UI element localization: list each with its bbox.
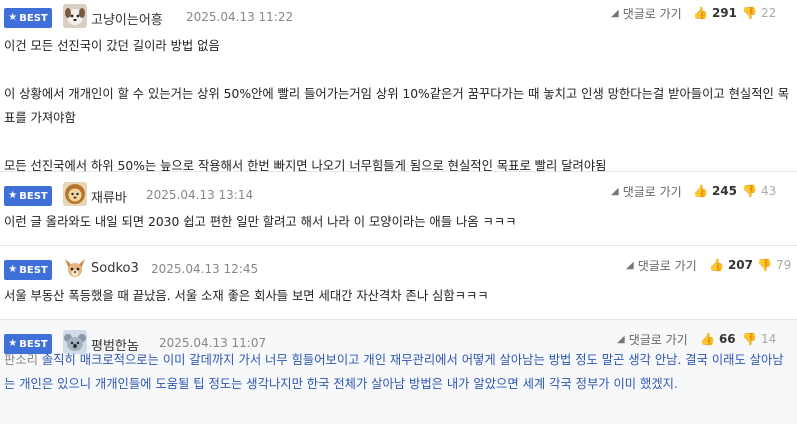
dislike-count: 22 [760,6,777,20]
go-to-reply-link[interactable]: ◢ 댓글로 가기 [617,331,688,348]
comment-body: 이건 모든 선진국이 갔던 길이라 방법 없음 이 상황에서 개개인이 할 수 … [4,34,791,178]
go-to-reply-link[interactable]: ◢ 댓글로 가기 [611,183,682,200]
comment-body: 판소리 솔직히 매크로적으로는 이미 갈데까지 가서 너무 힘들어보이고 개인 … [4,348,791,396]
comment-body: 이런 글 올라와도 내일 되면 2030 쉽고 편한 일만 할려고 해서 나라 … [4,210,791,234]
like-count: 66 [718,332,736,346]
dislike-count: 14 [760,332,777,346]
best-badge: ★ BEST [4,260,52,280]
nickname[interactable]: 고냥이는어흥 [91,9,163,28]
comment-text: 솔직히 매크로적으로는 이미 갈데까지 가서 너무 힘들어보이고 개인 재무관리… [4,353,784,391]
go-to-reply-link[interactable]: ◢ 댓글로 가기 [626,257,697,274]
star-icon: ★ [8,264,18,275]
nickname[interactable]: 재류바 [91,187,127,206]
thumbs-up-icon: 👍 [693,6,708,20]
puppy-avatar-icon [63,4,87,28]
dislike-count: 43 [760,184,777,198]
comment-date: 2025.04.13 12:45 [151,262,259,276]
reply-arrow-icon: ◢ [626,260,634,271]
like-count: 245 [711,184,738,198]
go-to-reply-label: 댓글로 가기 [628,333,688,347]
comment-line: 이건 모든 선진국이 갔던 길이라 방법 없음 [4,39,220,53]
best-badge: ★ BEST [4,8,52,28]
thumbs-down-icon: 👎 [742,332,757,346]
star-icon: ★ [8,190,18,201]
comment-line: 이런 글 올라와도 내일 되면 2030 쉽고 편한 일만 할려고 해서 나라 … [4,215,517,229]
comment-item: ★ BEST Sodko3 2025.04.13 12:45 ◢ 댓글로 가기 … [0,246,797,320]
comment-date: 2025.04.13 11:22 [186,10,294,24]
best-badge-label: BEST [19,190,48,202]
dislike-button[interactable]: 👎 79 [757,258,791,272]
star-icon: ★ [8,12,18,23]
best-badge: ★ BEST [4,186,52,206]
best-badge-label: BEST [19,264,48,276]
comment-item: ★ BEST 평범한놈 2025.04.13 11:07 ◢ 댓글로 가기 👍 … [0,320,797,424]
reply-arrow-icon: ◢ [617,334,625,345]
thumbs-up-icon: 👍 [693,184,708,198]
go-to-reply-label: 댓글로 가기 [637,259,697,273]
avatar[interactable] [63,182,87,206]
chihuahua-avatar-icon [63,256,87,280]
comment-line: 판소리 솔직히 매크로적으로는 이미 갈데까지 가서 너무 힘들어보이고 개인 … [4,348,791,396]
best-badge-label: BEST [19,12,48,24]
comment-item: ★ BEST 재류바 2025.04.13 13:14 ◢ 댓글로 가기 👍 2… [0,172,797,246]
like-button[interactable]: 👍 245 [693,184,737,198]
comment-header: ★ BEST Sodko3 2025.04.13 12:45 ◢ 댓글로 가기 … [0,252,797,286]
thumbs-down-icon: 👎 [742,184,757,198]
comment-header: ★ BEST 고냥이는어흥 2025.04.13 11:22 ◢ 댓글로 가기 … [0,0,797,34]
like-count: 207 [727,258,754,272]
like-count: 291 [711,6,738,20]
reply-arrow-icon: ◢ [611,8,619,19]
like-button[interactable]: 👍 291 [693,6,737,20]
comment-line: 서울 부동산 폭등했을 때 끝났음. 서울 소재 좋은 회사들 보면 세대간 자… [4,289,489,303]
like-button[interactable]: 👍 66 [700,332,736,346]
comment-header: ★ BEST 재류바 2025.04.13 13:14 ◢ 댓글로 가기 👍 2… [0,178,797,212]
comment-item: ★ BEST 고냥이는어흥 2025.04.13 11:22 ◢ 댓글로 가기 … [0,0,797,173]
comment-body: 서울 부동산 폭등했을 때 끝났음. 서울 소재 좋은 회사들 보면 세대간 자… [4,284,791,308]
avatar[interactable] [63,4,87,28]
dislike-button[interactable]: 👎 43 [742,184,776,198]
go-to-reply-link[interactable]: ◢ 댓글로 가기 [611,5,682,22]
thumbs-down-icon: 👎 [757,258,772,272]
dislike-count: 79 [775,258,792,272]
go-to-reply-label: 댓글로 가기 [622,185,682,199]
dislike-button[interactable]: 👎 14 [742,332,776,346]
nickname[interactable]: Sodko3 [91,261,139,276]
lion-avatar-icon [63,182,87,206]
category-tag: 판소리 [4,353,38,367]
avatar[interactable] [63,256,87,280]
thumbs-up-icon: 👍 [709,258,724,272]
thumbs-down-icon: 👎 [742,6,757,20]
reply-arrow-icon: ◢ [611,186,619,197]
thumbs-up-icon: 👍 [700,332,715,346]
like-button[interactable]: 👍 207 [709,258,753,272]
dislike-button[interactable]: 👎 22 [742,6,776,20]
comment-line: 이 상황에서 개개인이 할 수 있는거는 상위 50%안에 빨리 들어가는거임 … [4,87,790,125]
go-to-reply-label: 댓글로 가기 [622,7,682,21]
comment-date: 2025.04.13 13:14 [146,188,254,202]
